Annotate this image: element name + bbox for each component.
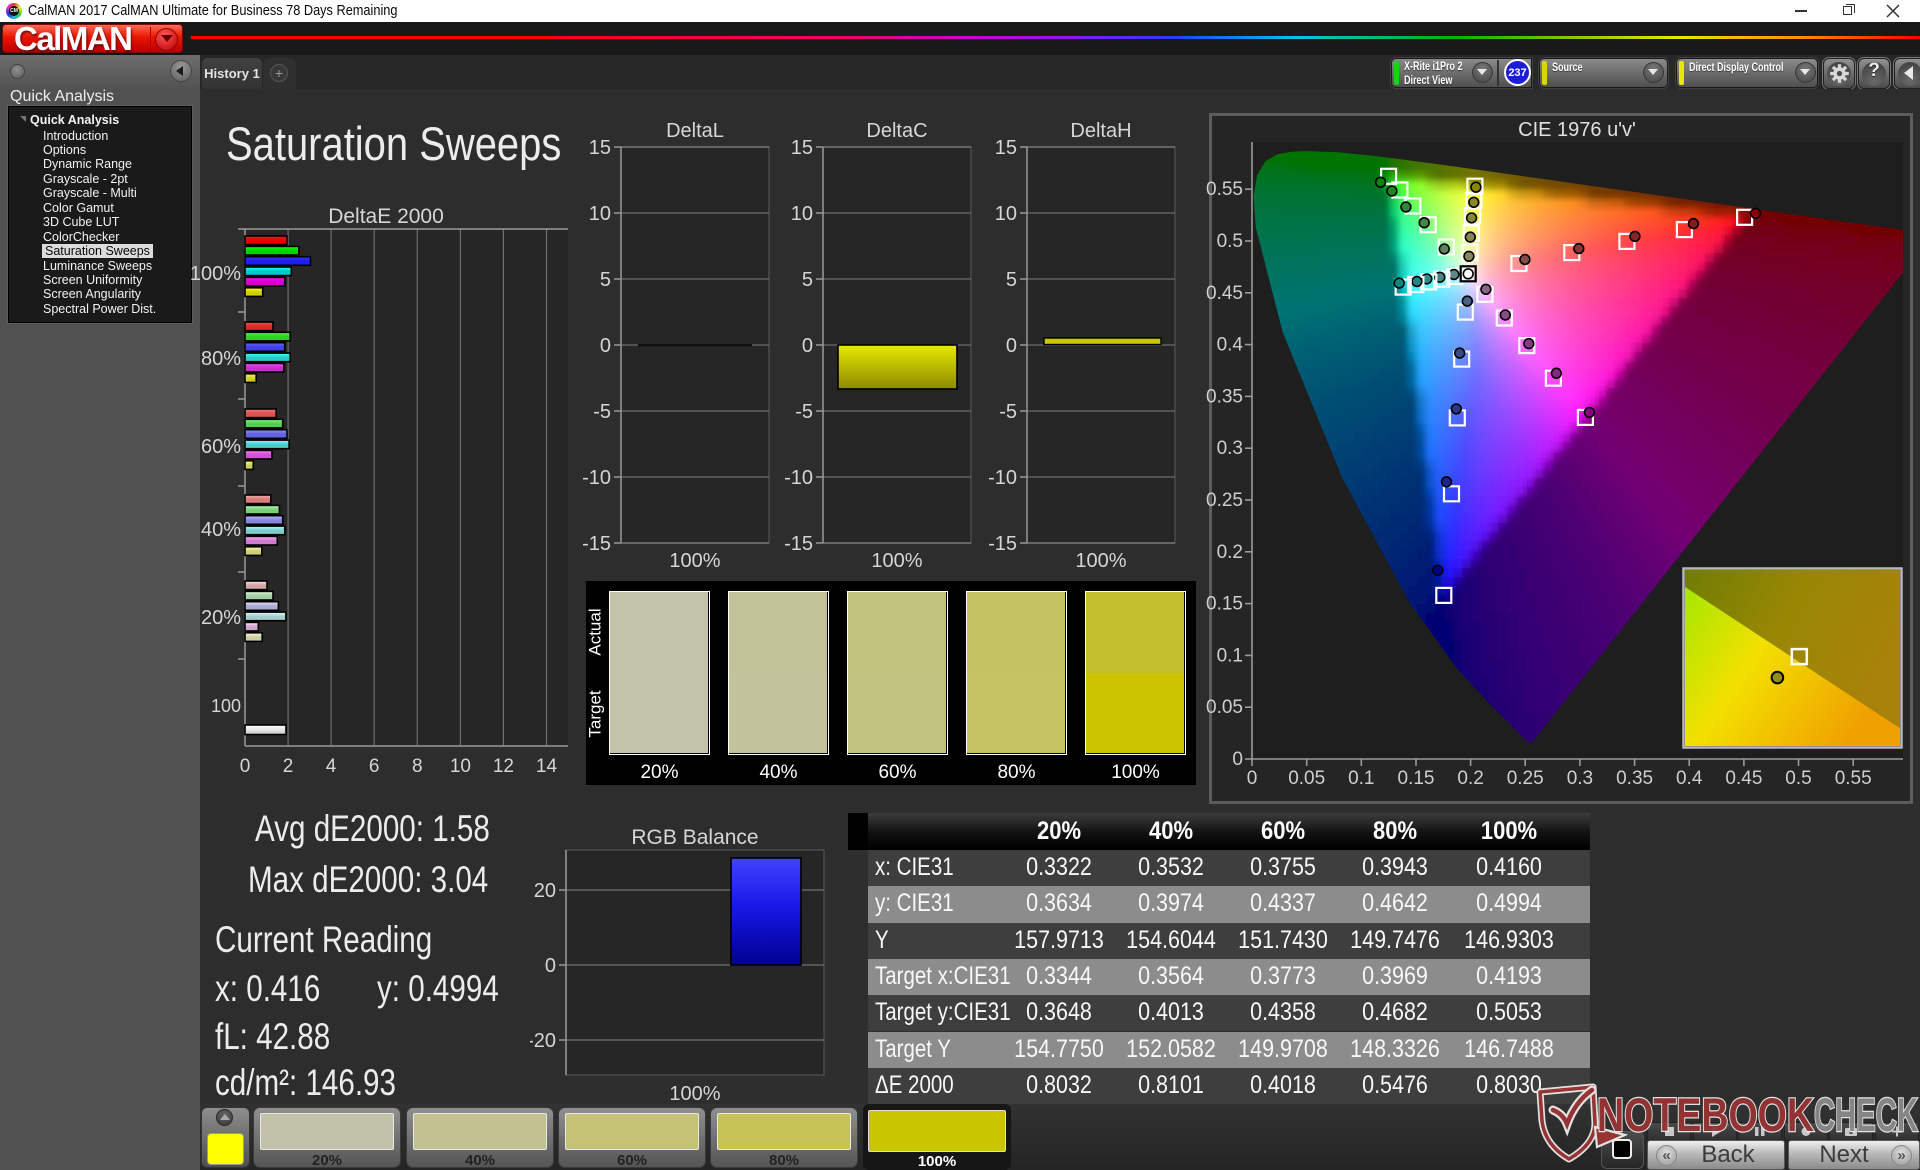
svg-text:6: 6 — [369, 756, 380, 777]
svg-text:5: 5 — [1006, 269, 1017, 291]
svg-text:15: 15 — [589, 137, 611, 159]
svg-text:100: 100 — [211, 696, 241, 716]
svg-text:0.3: 0.3 — [1567, 768, 1593, 789]
svg-text:-5: -5 — [999, 401, 1017, 423]
svg-text:0.25: 0.25 — [1507, 768, 1544, 789]
svg-text:100%: 100% — [1075, 550, 1126, 570]
svg-text:-10: -10 — [784, 467, 813, 489]
svg-text:RGB Balance: RGB Balance — [631, 826, 758, 849]
svg-text:0.2: 0.2 — [1217, 542, 1243, 563]
svg-text:0: 0 — [1006, 335, 1017, 357]
svg-text:10: 10 — [589, 203, 611, 225]
svg-text:100%: 100% — [669, 550, 720, 570]
svg-text:0.15: 0.15 — [1206, 594, 1243, 615]
svg-text:-10: -10 — [582, 467, 611, 489]
svg-text:0.1: 0.1 — [1348, 768, 1374, 789]
svg-text:0.5: 0.5 — [1785, 768, 1811, 789]
svg-text:100%: 100% — [669, 1083, 720, 1105]
svg-text:5: 5 — [600, 269, 611, 291]
svg-text:0.4: 0.4 — [1676, 768, 1703, 789]
svg-text:0.05: 0.05 — [1206, 697, 1243, 718]
svg-text:80%: 80% — [201, 348, 241, 370]
svg-text:-20: -20 — [530, 1030, 556, 1052]
svg-text:DeltaL: DeltaL — [666, 120, 724, 142]
svg-text:0.55: 0.55 — [1835, 768, 1872, 789]
svg-text:-15: -15 — [582, 533, 611, 555]
svg-text:-15: -15 — [988, 533, 1017, 555]
svg-text:10: 10 — [450, 756, 471, 777]
svg-text:100%: 100% — [871, 550, 922, 570]
svg-text:10: 10 — [791, 203, 813, 225]
svg-text:0.15: 0.15 — [1398, 768, 1435, 789]
svg-text:DeltaC: DeltaC — [866, 120, 927, 142]
svg-text:0.2: 0.2 — [1457, 768, 1483, 789]
svg-text:2: 2 — [283, 756, 294, 777]
svg-text:15: 15 — [995, 137, 1017, 159]
svg-text:14: 14 — [536, 756, 558, 777]
svg-text:20%: 20% — [201, 607, 241, 629]
svg-text:DeltaH: DeltaH — [1070, 120, 1131, 142]
svg-text:0: 0 — [1232, 749, 1243, 770]
svg-text:0.45: 0.45 — [1206, 283, 1243, 304]
svg-text:-5: -5 — [795, 401, 813, 423]
svg-text:60%: 60% — [201, 436, 241, 458]
svg-text:12: 12 — [493, 756, 514, 777]
svg-text:40%: 40% — [201, 519, 241, 541]
svg-text:0.35: 0.35 — [1616, 768, 1653, 789]
svg-text:100%: 100% — [190, 263, 241, 285]
svg-text:0.1: 0.1 — [1217, 645, 1243, 666]
svg-text:NOTEBOOK: NOTEBOOK — [1597, 1088, 1814, 1141]
svg-text:0.05: 0.05 — [1288, 768, 1325, 789]
svg-text:0.25: 0.25 — [1206, 490, 1243, 511]
svg-text:0.5: 0.5 — [1217, 231, 1243, 252]
svg-text:CHECK: CHECK — [1814, 1088, 1918, 1141]
svg-text:0.55: 0.55 — [1206, 179, 1243, 200]
svg-text:-15: -15 — [784, 533, 813, 555]
svg-text:-10: -10 — [988, 467, 1017, 489]
svg-text:0: 0 — [802, 335, 813, 357]
svg-text:4: 4 — [326, 756, 337, 777]
svg-text:0: 0 — [600, 335, 611, 357]
svg-text:CIE 1976 u'v': CIE 1976 u'v' — [1518, 119, 1636, 141]
svg-text:0.4: 0.4 — [1217, 335, 1244, 356]
svg-text:0.35: 0.35 — [1206, 386, 1243, 407]
svg-text:0.45: 0.45 — [1725, 768, 1762, 789]
svg-text:20: 20 — [534, 880, 556, 902]
svg-text:10: 10 — [995, 203, 1017, 225]
svg-text:0: 0 — [240, 756, 251, 777]
svg-text:0: 0 — [1247, 768, 1258, 789]
svg-text:0: 0 — [545, 955, 556, 977]
svg-text:8: 8 — [412, 756, 423, 777]
svg-text:DeltaE 2000: DeltaE 2000 — [328, 205, 444, 228]
svg-text:0.3: 0.3 — [1217, 438, 1243, 459]
svg-text:5: 5 — [802, 269, 813, 291]
svg-text:15: 15 — [791, 137, 813, 159]
svg-text:-5: -5 — [593, 401, 611, 423]
